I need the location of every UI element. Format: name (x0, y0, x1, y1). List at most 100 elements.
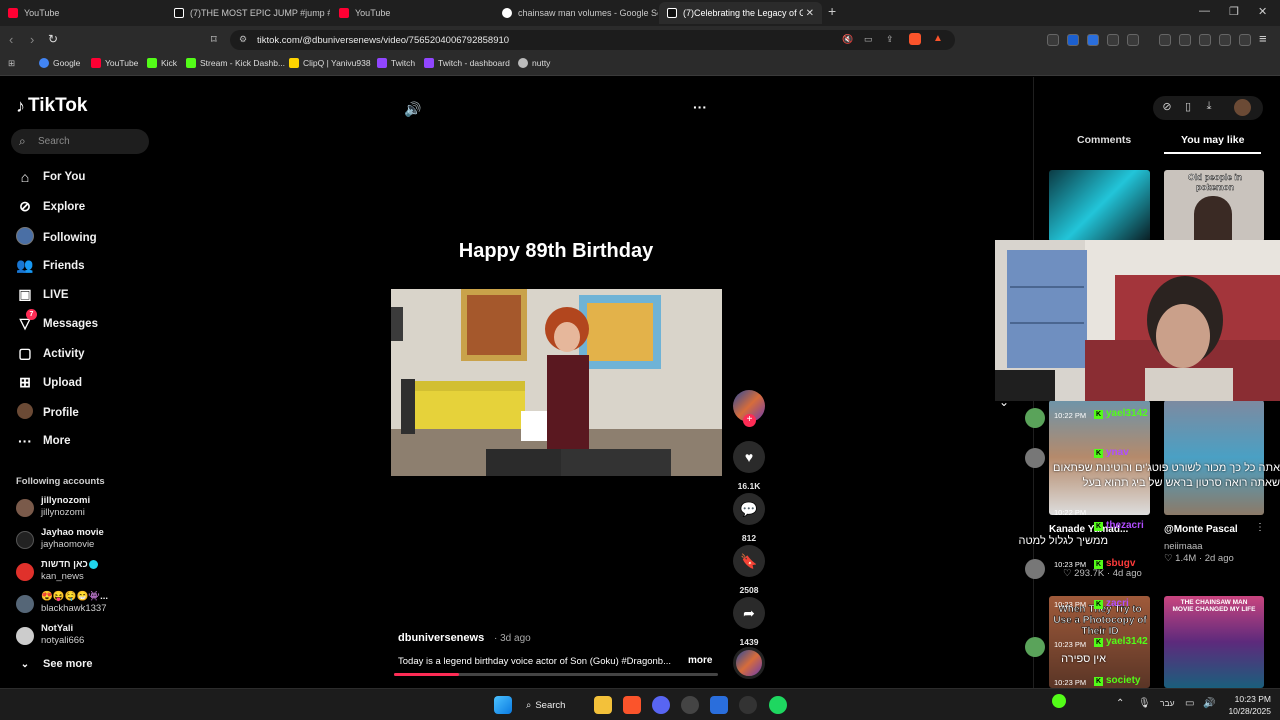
clock-date[interactable]: 10/28/2025 (1225, 706, 1271, 716)
volume-icon[interactable]: 🔊 (1203, 698, 1215, 709)
cast-icon[interactable]: ▭ (864, 34, 873, 45)
nav-explore[interactable]: ⊘ Explore (16, 198, 85, 215)
close-tab-icon[interactable]: ✕ (806, 8, 814, 19)
device-icon[interactable]: ▯ (1181, 100, 1195, 114)
music-disc-button[interactable] (733, 647, 765, 679)
volume-icon[interactable]: 🔊 (404, 101, 421, 118)
bookmark-item[interactable]: Twitch - dashboard (424, 58, 510, 68)
tab-you-may-like[interactable]: You may like (1181, 134, 1244, 146)
back-icon[interactable]: ‹ (9, 32, 13, 47)
nav-profile[interactable]: Profile (16, 403, 79, 422)
tab-comments[interactable]: Comments (1077, 134, 1131, 146)
video-progress-bar[interactable] (394, 673, 718, 676)
obs-icon[interactable] (739, 696, 757, 714)
bookmark-item[interactable]: Stream - Kick Dashb... (186, 58, 285, 68)
caption-more-button[interactable]: more (688, 655, 712, 666)
leo-ai-icon[interactable] (1219, 34, 1231, 46)
video-author[interactable]: dbuniversenews (398, 632, 484, 644)
recommendation-title[interactable]: @Monte Pascal (1164, 524, 1259, 535)
nav-upload[interactable]: ⊞ Upload (16, 374, 82, 391)
browser-tab[interactable]: (7)THE MOST EPIC JUMP #jump #pa (166, 2, 330, 24)
site-settings-icon[interactable]: ⚙ (239, 34, 247, 45)
more-vertical-icon[interactable]: ⋮ (1255, 522, 1265, 533)
browser-tab[interactable]: YouTube (0, 2, 165, 24)
taskbar-search[interactable]: ⌕ Search (526, 695, 580, 715)
bookmark-item[interactable]: ClipQ | Yanivu938 (289, 58, 371, 68)
more-options-icon[interactable]: ··· (693, 99, 707, 115)
share-icon[interactable]: ⇪ (886, 34, 894, 45)
extensions-puzzle-icon[interactable] (1107, 34, 1119, 46)
microphone-icon[interactable]: 🎙 (1138, 698, 1151, 709)
browser-tab[interactable]: chainsaw man volumes - Google Sea (494, 2, 658, 24)
brave-rewards-icon[interactable]: ▲ (933, 33, 943, 44)
brave-browser-icon[interactable] (623, 696, 641, 714)
apps-grid-icon[interactable]: ⊞ (8, 58, 15, 69)
nav-activity[interactable]: ▢ Activity (16, 345, 84, 362)
author-avatar-button[interactable]: + (733, 390, 765, 427)
recommended-video-thumbnail[interactable]: THE CHAINSAW MAN MOVIE CHANGED MY LIFE (1164, 596, 1264, 688)
bookmark-item[interactable]: YouTube (91, 58, 138, 68)
app-icon[interactable] (710, 696, 728, 714)
tiktok-logo[interactable]: ♪ TikTok (16, 95, 87, 117)
download-icon[interactable]: ⤓ (1202, 100, 1216, 114)
browser-tab[interactable]: YouTube (331, 2, 493, 24)
vpn-icon[interactable] (1239, 34, 1251, 46)
restore-icon[interactable]: ❐ (1229, 5, 1239, 18)
twitch-icon (377, 58, 387, 68)
nav-messages[interactable]: ▽ 7 Messages (16, 309, 98, 332)
kick-tray-icon[interactable] (1052, 694, 1066, 708)
search-input[interactable]: ⌕ Search (11, 129, 149, 154)
nav-following[interactable]: Following (16, 227, 97, 248)
clock-time[interactable]: 10:23 PM (1225, 694, 1271, 704)
steam-icon[interactable] (681, 696, 699, 714)
user-avatar[interactable] (1234, 99, 1251, 116)
new-tab-button[interactable]: + (828, 3, 836, 19)
nav-for-you[interactable]: ⌂ For You (16, 169, 86, 185)
extension-icon[interactable] (1047, 34, 1059, 46)
nav-more[interactable]: ··· More (16, 433, 70, 449)
bookmark-item[interactable]: nutty (518, 58, 550, 68)
see-more-button[interactable]: ⌄ See more (16, 658, 93, 670)
mute-icon[interactable]: 🔇 (842, 34, 853, 45)
like-button[interactable]: ♥ 16.1K (733, 441, 765, 491)
recommended-video-thumbnail[interactable] (1049, 170, 1150, 242)
reload-icon[interactable]: ↻ (48, 32, 58, 46)
discord-icon[interactable] (652, 696, 670, 714)
file-explorer-icon[interactable] (594, 696, 612, 714)
video-player[interactable] (391, 289, 722, 476)
chevron-up-icon[interactable]: ⌃ (1116, 698, 1124, 709)
sidebar-icon[interactable] (1179, 34, 1191, 46)
language-indicator[interactable]: עבר (1160, 698, 1175, 708)
compass-icon[interactable]: ⊘ (1160, 100, 1174, 114)
close-window-icon[interactable]: ✕ (1258, 5, 1267, 18)
bookmark-item[interactable]: Google (39, 58, 80, 68)
address-bar[interactable]: ⚙ tiktok.com/@dbuniversenews/video/75652… (230, 30, 955, 50)
music-icon[interactable] (1159, 34, 1171, 46)
forward-icon[interactable]: › (30, 32, 34, 47)
nav-live[interactable]: ▣ LIVE (16, 286, 68, 303)
chat-avatar (1025, 559, 1045, 579)
bookmark-item[interactable]: Kick (147, 58, 177, 68)
recommended-video-thumbnail[interactable]: Old people in pokemon (1164, 170, 1264, 242)
extension-icon[interactable] (1087, 34, 1099, 46)
comment-button[interactable]: 💬 812 (733, 493, 765, 543)
spotify-icon[interactable] (769, 696, 787, 714)
bookmark-item[interactable]: Twitch (377, 58, 415, 68)
start-button-icon[interactable] (494, 696, 512, 714)
chevron-down-icon[interactable]: ⌄ (999, 395, 1009, 409)
extension-icon[interactable] (1127, 34, 1139, 46)
share-button[interactable]: ➦ 1439 (733, 597, 765, 647)
browser-tab-active[interactable]: (7)Celebrating the Legacy of Gok ✕ (659, 2, 822, 24)
wallet-icon[interactable] (1199, 34, 1211, 46)
follow-plus-icon[interactable]: + (743, 414, 756, 427)
recommendation-author: neiimaaa (1164, 541, 1203, 552)
minimize-icon[interactable]: — (1199, 5, 1210, 17)
network-icon[interactable]: ▭ (1185, 698, 1194, 709)
save-button[interactable]: 🔖 2508 (733, 545, 765, 595)
recommended-video-thumbnail[interactable] (1164, 400, 1264, 515)
extension-icon[interactable] (1067, 34, 1079, 46)
bookmark-icon[interactable]: ⌑ (211, 33, 217, 46)
brave-shield-icon[interactable] (909, 33, 921, 45)
nav-friends[interactable]: 👥 Friends (16, 257, 84, 274)
menu-icon[interactable]: ≡ (1259, 31, 1267, 46)
